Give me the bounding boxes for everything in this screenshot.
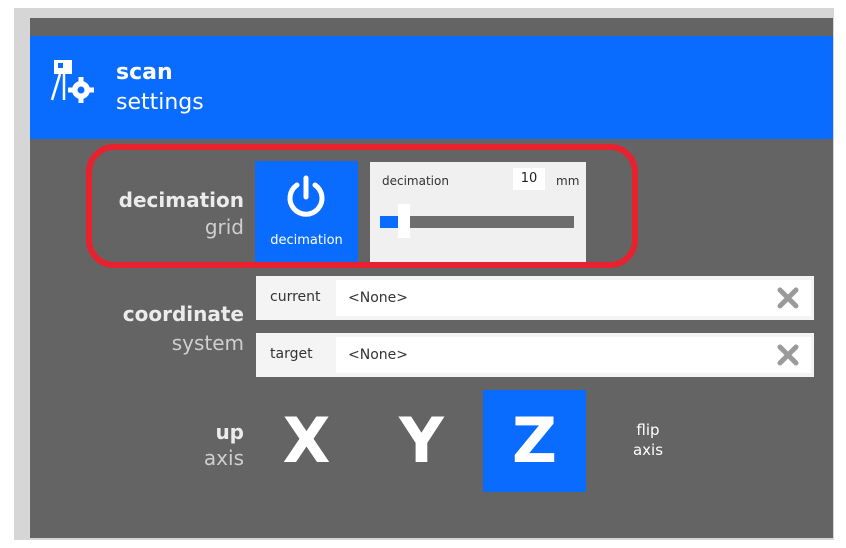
- axis-z-button[interactable]: Z: [483, 390, 586, 492]
- axis-y-button[interactable]: Y: [370, 390, 473, 492]
- decimation-toggle-label: decimation: [270, 233, 343, 248]
- scan-settings-icon: [50, 60, 94, 103]
- decimation-sublabel: grid: [204, 215, 244, 239]
- coordinate-sublabel: system: [171, 331, 244, 355]
- current-coordinate-row: current <None>: [256, 276, 814, 320]
- current-coordinate-field[interactable]: <None>: [336, 280, 811, 316]
- up-axis-sublabel: axis: [203, 446, 244, 470]
- decimation-value-input[interactable]: 10: [513, 168, 545, 190]
- decimation-label: decimation: [118, 188, 244, 212]
- power-icon: [287, 175, 325, 217]
- slider-label: decimation: [382, 174, 449, 188]
- header-title: scan: [116, 60, 173, 85]
- flip-label-line2: axis: [632, 441, 664, 459]
- decimation-toggle-button[interactable]: decimation: [255, 161, 358, 263]
- flip-label-line1: flip: [636, 421, 660, 439]
- up-axis-label: up: [215, 420, 244, 444]
- header-subtitle: settings: [116, 90, 204, 115]
- slider-fill: [380, 216, 401, 228]
- current-coordinate-value: <None>: [348, 290, 408, 306]
- decimation-slider-card: decimation 10 mm: [370, 162, 586, 263]
- slider-thumb[interactable]: [398, 204, 411, 238]
- header-bar: [30, 36, 833, 139]
- target-coordinate-field[interactable]: <None>: [336, 337, 811, 373]
- slider-unit: mm: [556, 174, 580, 188]
- flip-axis-button[interactable]: flip axis: [624, 420, 672, 460]
- target-key-label: target: [270, 346, 313, 362]
- target-coordinate-row: target <None>: [256, 333, 814, 377]
- coordinate-label: coordinate: [122, 302, 244, 326]
- clear-current-icon[interactable]: [776, 286, 800, 310]
- current-key-label: current: [270, 289, 321, 305]
- clear-target-icon[interactable]: [776, 343, 800, 367]
- target-coordinate-value: <None>: [348, 347, 408, 363]
- axis-x-button[interactable]: X: [255, 390, 358, 492]
